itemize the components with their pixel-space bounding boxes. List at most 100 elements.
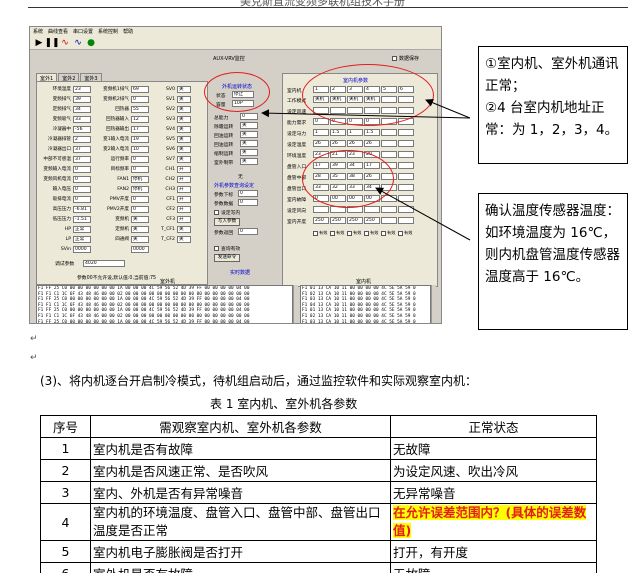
pause-icon[interactable]: ❚❚ — [44, 38, 59, 48]
outdoor-param-value: 关 — [177, 225, 191, 233]
indoor-param-cell: 1 — [313, 129, 329, 136]
outdoor-param-value: 0 — [73, 175, 91, 183]
outdoor-param-value: 55 — [131, 105, 149, 113]
data-save-checkbox[interactable]: 数据保存 — [392, 55, 419, 62]
checkbox-box[interactable] — [398, 230, 403, 236]
indoor-valid-checkbox[interactable]: 有效 — [347, 230, 363, 236]
outdoor-param-value: 停机 — [131, 185, 149, 193]
outdoor-log-scrollbar[interactable] — [293, 285, 298, 323]
run-status-label: 总能力 — [214, 116, 229, 121]
row-item: 室内、外机是否有异常噪音 — [90, 481, 391, 504]
checkbox-box[interactable] — [392, 56, 397, 61]
toolbar: ▶ ❚❚ ∿ ∿ ● — [30, 36, 441, 50]
outdoor-param-value: 停机 — [131, 175, 149, 183]
data-save-label: 数据保存 — [399, 56, 420, 62]
outdoor-param-label: 变频机2排气 — [103, 97, 129, 102]
wave-icon[interactable]: ∿ — [73, 38, 83, 48]
callout2-text: 确认温度传感器温度：如环境温度为 16℃，则内机盘管温度传感器温度高于 16℃。 — [485, 203, 620, 285]
menu-system[interactable]: 系统 — [33, 28, 43, 35]
checkbox-box[interactable] — [381, 230, 386, 236]
checkbox-box[interactable] — [330, 230, 335, 236]
menu-curve[interactable]: 曲线查看 — [48, 28, 68, 35]
outdoor-param-value: 关 — [177, 85, 191, 93]
checkbox-box[interactable] — [313, 230, 318, 236]
menu-control[interactable]: 系统控制 — [98, 28, 118, 35]
row-number: 2 — [40, 459, 91, 482]
indoor-valid-label: 有效 — [336, 230, 345, 235]
param-return-label: 参数返回 — [214, 231, 234, 236]
outdoor-param-label: CF2 — [166, 206, 175, 212]
checkbox-box[interactable] — [214, 246, 219, 251]
play-icon[interactable]: ▶ — [34, 38, 44, 48]
globe-icon[interactable]: ● — [86, 38, 96, 48]
outdoor-param-label: 冷凝器排管 — [48, 137, 71, 142]
run-status-label: 回油运转 — [214, 143, 234, 148]
outdoor-param-label: 环境温度 — [52, 87, 71, 92]
header-rule — [28, 7, 628, 8]
outdoor-param-label: 高压压力 — [52, 207, 71, 212]
outdoor-param-label: 回热器输入 — [106, 117, 129, 122]
outdoor-param-label: SV6 — [166, 146, 175, 152]
outdoor-param-value: -1.51 — [73, 215, 91, 223]
param-no-field[interactable]: 0 — [238, 190, 258, 197]
outdoor-param-label: 定频排气 — [52, 107, 71, 112]
outdoor-param-value: 关 — [177, 125, 191, 133]
checkbox-box[interactable] — [347, 230, 352, 236]
run-status-value: 关 — [240, 122, 258, 129]
indoor-log-scrollbar[interactable] — [431, 285, 436, 323]
header-normal: 正常状态 — [390, 415, 597, 438]
send-command-button[interactable]: 发送命令 — [214, 254, 240, 262]
outdoor-param-label: PMV2开度 — [107, 207, 129, 212]
outdoor-param-value: 37 — [73, 145, 91, 153]
indoor-param-label: 设定风向 — [287, 209, 307, 214]
param-value-field[interactable]: 0 — [238, 199, 258, 206]
indoor-param-cell: 26 — [347, 140, 363, 147]
outdoor-param-label: CH3 — [165, 186, 175, 192]
indoor-valid-checkbox[interactable]: 有效 — [398, 230, 414, 236]
outdoor-param-label: 中部不可感温 — [43, 157, 71, 162]
table-row: 2 室内机是否风速正常、是否吹风 为设定风速、吹出冷风 — [40, 459, 597, 482]
indoor-param-label: 环境温度 — [287, 154, 307, 159]
outdoor-param-value: 0 — [73, 195, 91, 203]
menu-help[interactable]: 帮助 — [123, 28, 133, 35]
row-number: 5 — [40, 540, 91, 563]
outdoor-param-value: 37 — [73, 155, 91, 163]
step3-text: (3)、将内机逐台开启制冷模式，待机组启动后，通过监控软件和实际观察室内机： — [40, 374, 478, 388]
indoor-valid-row: 有效 有效 有效 有效 有效 有效 — [313, 230, 414, 236]
run-status-label: 室外制带 — [214, 161, 234, 166]
outdoor-param-value: 关 — [131, 225, 149, 233]
indoor-valid-checkbox[interactable]: 有效 — [381, 230, 397, 236]
write-param-button[interactable]: 写入参数 — [214, 218, 240, 226]
outdoor-param-value: 10 — [131, 145, 149, 153]
row-normal-state: 打开，有开度 — [390, 540, 597, 563]
row-item: 室内机是否有故障 — [90, 437, 391, 460]
query-valid-checkbox[interactable]: 查询有效 — [214, 245, 240, 252]
set-write-checkbox[interactable]: 设定写内 — [214, 209, 240, 216]
indoor-param-cell — [398, 217, 414, 224]
curve-icon[interactable]: ∿ — [60, 38, 70, 48]
outdoor-data-label: 室外机 — [160, 279, 176, 285]
header-no: 序号 — [40, 415, 91, 438]
indoor-valid-checkbox[interactable]: 有效 — [330, 230, 346, 236]
table-row: 5 室内机电子膨胀阀是否打开 打开，有开度 — [40, 540, 597, 563]
indoor-param-row: 26 26 26 26 — [313, 140, 414, 147]
outdoor-hex-log[interactable]: F1 FF 25 C0 00 00 00 00 00 00 1A 00 00 0… — [36, 285, 293, 323]
checkbox-box[interactable] — [364, 230, 369, 236]
outdoor-param-value: 开 — [177, 165, 191, 173]
outdoor-param-label: T_CF1 — [161, 226, 175, 232]
outdoor-param-label: CH1 — [165, 166, 175, 172]
menu-serial[interactable]: 串口设置 — [73, 28, 93, 35]
indoor-hex-log[interactable]: F1 01 13 CA 10 11 00 00 00 00 4C 5E 5A 5… — [300, 285, 431, 323]
outdoor-param-label: SV3 — [166, 116, 175, 122]
checkbox-box[interactable] — [214, 210, 219, 215]
indoor-param-cell — [398, 151, 414, 158]
indoor-valid-checkbox[interactable]: 有效 — [364, 230, 380, 236]
outdoor-param-value: -6.81 — [73, 205, 91, 213]
outdoor-param-value: 33 — [73, 115, 91, 123]
outdoor-param-label: PMV开度 — [109, 197, 129, 202]
indoor-param-cell: 1.5 — [364, 129, 380, 136]
menu-bar: 系统 曲线查看 串口设置 系统控制 帮助 — [30, 27, 441, 36]
outdoor-param-value: 0 — [131, 205, 149, 213]
param-title: 外机参数查询设定 — [214, 183, 255, 189]
indoor-valid-checkbox[interactable]: 有效 — [313, 230, 329, 236]
